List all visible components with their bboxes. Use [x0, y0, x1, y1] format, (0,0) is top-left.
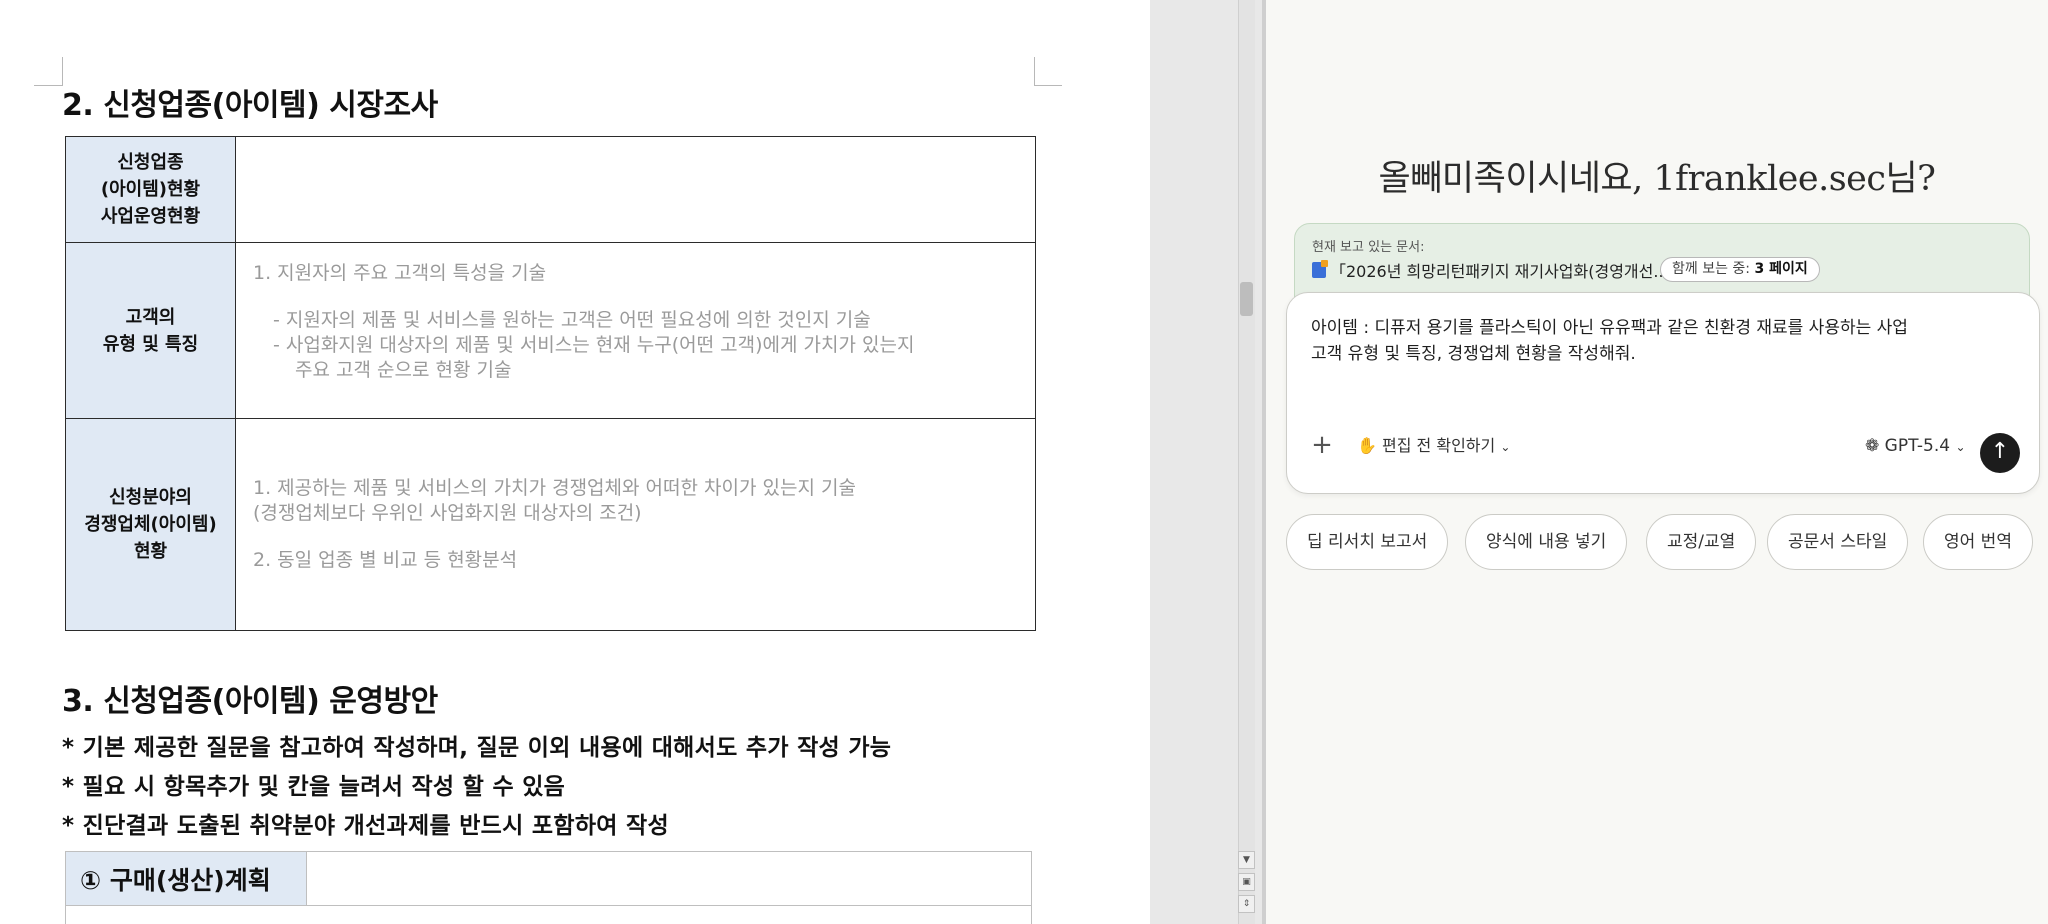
- guide-line: 2. 동일 업종 별 비교 등 현황분석: [253, 549, 518, 571]
- guide-line: (경쟁업체보다 우위인 사업화지원 대상자의 조건): [253, 502, 642, 524]
- note-line: * 기본 제공한 질문을 참고하여 작성하며, 질문 이외 내용에 대해서도 추…: [62, 735, 892, 761]
- prompt-line: 고객 유형 및 특징, 경쟁업체 현황을 작성해줘.: [1311, 344, 1636, 364]
- plus-icon[interactable]: +: [1307, 431, 1337, 461]
- guide-line: 주요 고객 순으로 현황 기술: [295, 359, 512, 381]
- row-content-customer-types[interactable]: 1. 지원자의 주요 고객의 특성을 기술 - 지원자의 제품 및 서비스를 원…: [235, 242, 1036, 419]
- label-line: 신청분야의: [109, 487, 192, 508]
- label-line: 신청업종: [117, 152, 184, 173]
- chip-english-translate[interactable]: 영어 번역: [1923, 514, 2033, 570]
- prompt-line: 아이템 : 디퓨저 용기를 플라스틱이 아닌 유유팩과 같은 친환경 재료를 사…: [1311, 318, 1908, 338]
- page-nav-icon[interactable]: ⇕: [1238, 895, 1255, 913]
- table-row: 신청분야의 경쟁업체(아이템) 현황 1. 제공하는 제품 및 서비스의 가치가…: [65, 418, 1036, 631]
- scrollbar-thumb[interactable]: [1240, 282, 1253, 316]
- market-research-table: 신청업종 (아이템)현황 사업운영현황 고객의 유형 및 특징 1. 지원자의 …: [65, 136, 1036, 631]
- document-view[interactable]: 2. 신청업종(아이템) 시장조사 신청업종 (아이템)현황 사업운영현황 고객…: [0, 0, 1150, 924]
- subtable-content[interactable]: [306, 851, 1032, 906]
- model-selector[interactable]: ❁ GPT-5.4 ⌄: [1865, 433, 1966, 459]
- guide-line: - 지원자의 제품 및 서비스를 원하는 고객은 어떤 필요성에 의한 것인지 …: [273, 309, 871, 331]
- note-line: * 진단결과 도출된 취약분야 개선과제를 반드시 포함하여 작성: [62, 813, 669, 839]
- guide-line: - 사업화지원 대상자의 제품 및 서비스는 현재 누구(어떤 고객)에게 가치…: [273, 334, 915, 356]
- crop-mark: [1034, 85, 1062, 86]
- assistant-panel: 올빼미족이시네요, 1franklee.sec님? 현재 보고 있는 문서: 아…: [1266, 0, 2048, 924]
- prompt-input[interactable]: 아이템 : 디퓨저 용기를 플라스틱이 아닌 유유팩과 같은 친환경 재료를 사…: [1311, 315, 2011, 367]
- crop-mark: [34, 85, 63, 86]
- pages-badge-prefix: 함께 보는 중:: [1672, 261, 1751, 277]
- section2-heading: 2. 신청업종(아이템) 시장조사: [62, 88, 438, 123]
- hwp-document-icon: [1312, 260, 1328, 278]
- guide-line: 1. 제공하는 제품 및 서비스의 가치가 경쟁업체와 어떠한 차이가 있는지 …: [253, 477, 856, 499]
- purchase-plan-table: ① 구매(생산)계획: [65, 851, 1032, 924]
- current-document-title: 「2026년 희망리턴패키지 재기사업화(경영개선...: [1330, 262, 1669, 281]
- chip-fill-template[interactable]: 양식에 내용 넣기: [1465, 514, 1628, 570]
- chip-official-style[interactable]: 공문서 스타일: [1767, 514, 1909, 570]
- edit-mode-dropdown[interactable]: ✋ 편집 전 확인하기 ⌄: [1357, 433, 1510, 459]
- label-line: 경쟁업체(아이템): [84, 514, 217, 535]
- pages-badge[interactable]: 함께 보는 중: 3 페이지: [1660, 257, 1820, 282]
- section3-heading: 3. 신청업종(아이템) 운영방안: [62, 684, 438, 719]
- chip-proofread[interactable]: 교정/교열: [1646, 514, 1757, 570]
- chip-deep-research[interactable]: 딥 리서치 보고서: [1286, 514, 1449, 570]
- label-line: 고객의: [125, 306, 176, 328]
- label-line: 사업운영현황: [100, 206, 201, 227]
- table-row: 고객의 유형 및 특징 1. 지원자의 주요 고객의 특성을 기술 - 지원자의…: [65, 242, 1036, 419]
- table-row: [65, 905, 1032, 924]
- label-line: (아이템)현황: [100, 179, 201, 200]
- subtable-label: ① 구매(생산)계획: [65, 851, 307, 906]
- hand-icon: ✋: [1357, 436, 1377, 455]
- chevron-down-icon: ⌄: [1955, 440, 1966, 454]
- page-view-icon[interactable]: ▣: [1238, 873, 1255, 891]
- row-label-competitors: 신청분야의 경쟁업체(아이템) 현황: [65, 418, 236, 631]
- subtable-body[interactable]: [65, 905, 1032, 924]
- prompt-input-card[interactable]: 아이템 : 디퓨저 용기를 플라스틱이 아닌 유유팩과 같은 친환경 재료를 사…: [1286, 292, 2040, 494]
- row-label-business-status: 신청업종 (아이템)현황 사업운영현황: [65, 136, 236, 243]
- scroll-down-icon[interactable]: ▼: [1238, 851, 1255, 869]
- model-label: GPT-5.4: [1884, 436, 1951, 456]
- label-line: 현황: [133, 541, 168, 562]
- arrow-up-icon: ↑: [1990, 439, 2010, 464]
- crop-mark: [1034, 57, 1035, 86]
- row-label-customer-types: 고객의 유형 및 특징: [65, 242, 236, 419]
- edit-mode-label: 편집 전 확인하기: [1382, 436, 1496, 455]
- send-button[interactable]: ↑: [1980, 433, 2020, 473]
- vertical-scrollbar[interactable]: [1238, 0, 1255, 924]
- table-row: ① 구매(생산)계획: [65, 851, 1032, 906]
- note-line: * 필요 시 항목추가 및 칸을 늘려서 작성 할 수 있음: [62, 774, 566, 800]
- row-content-business-status[interactable]: [235, 136, 1036, 243]
- label-line: 유형 및 특징: [102, 333, 199, 355]
- chevron-down-icon: ⌄: [1500, 440, 1511, 454]
- guide-line: 1. 지원자의 주요 고객의 특성을 기술: [253, 262, 547, 284]
- greeting-title: 올빼미족이시네요, 1franklee.sec님?: [1378, 159, 1936, 199]
- openai-logo-icon: ❁: [1865, 436, 1880, 456]
- context-label: 현재 보고 있는 문서:: [1312, 240, 1425, 255]
- row-content-competitors[interactable]: 1. 제공하는 제품 및 서비스의 가치가 경쟁업체와 어떠한 차이가 있는지 …: [235, 418, 1036, 631]
- pages-badge-value: 3 페이지: [1754, 261, 1808, 277]
- table-row: 신청업종 (아이템)현황 사업운영현황: [65, 136, 1036, 243]
